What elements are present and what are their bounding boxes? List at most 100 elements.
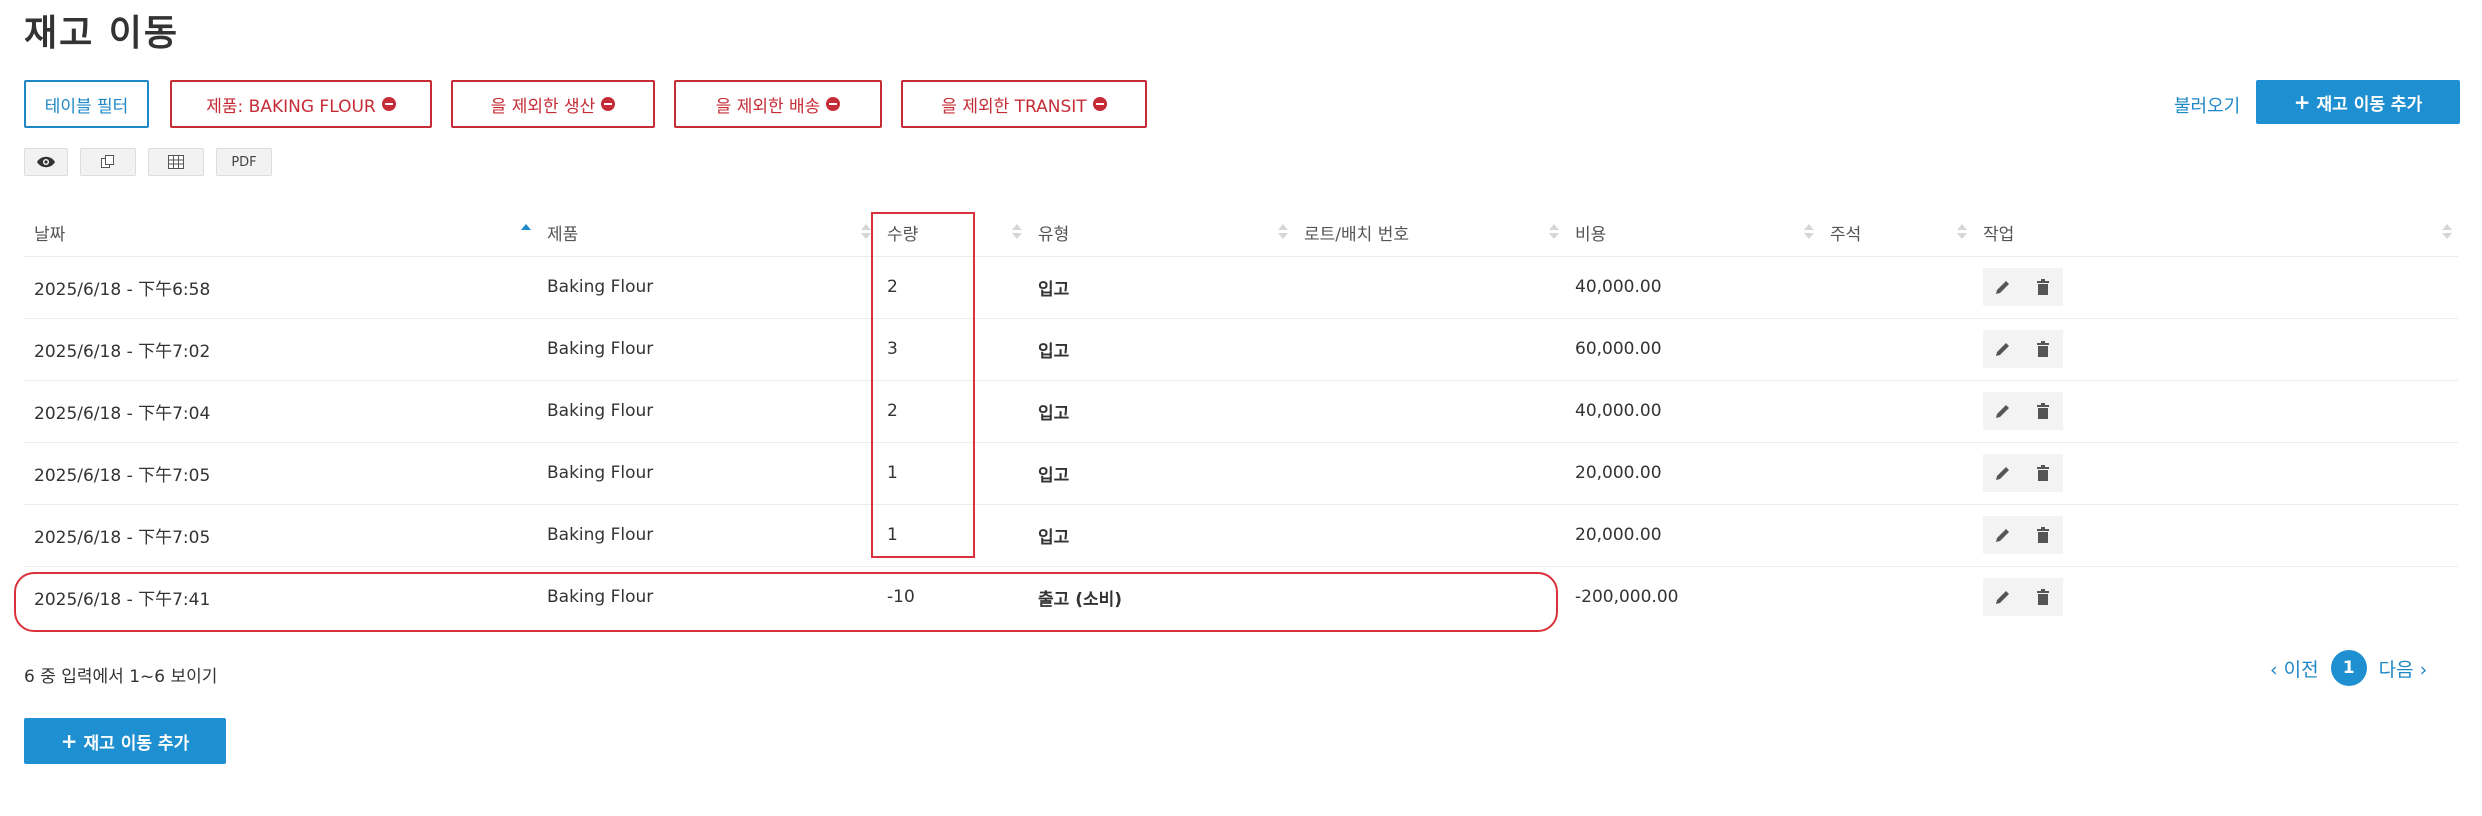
table-icon [168,155,184,169]
trash-icon[interactable] [2034,464,2052,482]
product-cell: Baking Flour [537,441,877,504]
actions-cell [1973,317,2458,380]
actions-cell [1973,379,2458,442]
next-page-link[interactable]: 다음 › [2379,655,2428,682]
page-number-current[interactable]: 1 [2330,650,2367,686]
lot-cell [1294,441,1565,504]
pencil-icon[interactable] [1994,278,2012,296]
add-stock-movement-label: 재고 이동 추가 [83,733,190,754]
actions-cell [1973,441,2458,504]
csv-button[interactable] [148,148,204,176]
note-cell [1820,565,1973,628]
sort-icon [2442,224,2452,242]
column-visibility-button[interactable] [24,148,68,176]
note-cell [1820,317,1973,380]
pencil-icon[interactable] [1994,526,2012,544]
entries-info: 6 중 입력에서 1~6 보이기 [24,667,218,687]
type-cell: 입고 [1028,317,1294,380]
minus-circle-icon[interactable] [601,97,616,111]
pdf-button[interactable]: PDF [216,148,272,176]
sort-icon [1549,224,1559,242]
cost-cell: 40,000.00 [1565,255,1820,318]
add-stock-movement-button-bottom[interactable]: + 재고 이동 추가 [24,718,226,764]
copy-icon [101,155,114,168]
note-cell [1820,379,1973,442]
filter-chip-transit[interactable]: 을 제외한 TRANSIT [901,80,1147,128]
sort-icon [861,224,871,242]
date-cell: 2025/6/18 - 下午7:05 [24,503,537,566]
sort-icon [1278,224,1288,242]
column-header-lot[interactable]: 로트/배치 번호 [1294,210,1565,256]
trash-icon[interactable] [2034,588,2052,606]
filter-chip-label: 을 제외한 배송 [715,96,821,117]
note-cell [1820,503,1973,566]
trash-icon[interactable] [2034,278,2052,296]
row-actions [1983,268,2063,306]
date-cell: 2025/6/18 - 下午7:04 [24,379,537,442]
trash-icon[interactable] [2034,402,2052,420]
column-header-cost[interactable]: 비용 [1565,210,1820,256]
eye-icon [37,156,55,168]
filter-chip-production[interactable]: 을 제외한 생산 [451,80,655,128]
cost-cell: 60,000.00 [1565,317,1820,380]
pencil-icon[interactable] [1994,340,2012,358]
table-row: 2025/6/18 - 下午6:58 Baking Flour 2 입고 40,… [24,255,2458,318]
row-actions [1983,392,2063,430]
pencil-icon[interactable] [1994,588,2012,606]
lot-cell [1294,255,1565,318]
minus-circle-icon[interactable] [381,97,396,111]
actions-cell [1973,255,2458,318]
filter-chip-label: 을 제외한 생산 [490,96,596,117]
trash-icon[interactable] [2034,526,2052,544]
prev-page-link[interactable]: ‹ 이전 [2270,655,2319,682]
column-header-date[interactable]: 날짜 [24,210,537,256]
trash-icon[interactable] [2034,340,2052,358]
minus-circle-icon[interactable] [826,97,841,111]
pencil-icon[interactable] [1994,402,2012,420]
lot-cell [1294,317,1565,380]
sort-icon [1957,224,1967,242]
cost-cell: -200,000.00 [1565,565,1820,628]
row-actions [1983,330,2063,368]
sort-icon [1804,224,1814,242]
pagination: ‹ 이전 1 다음 › [2270,650,2427,686]
pencil-icon[interactable] [1994,464,2012,482]
column-header-type[interactable]: 유형 [1028,210,1294,256]
plus-icon: + [2293,90,2311,114]
minus-circle-icon[interactable] [1092,97,1107,111]
note-cell [1820,441,1973,504]
cost-cell: 20,000.00 [1565,503,1820,566]
product-cell: Baking Flour [537,379,877,442]
table-header-row: 날짜 제품 수량 유형 로트/배치 번호 비용 주석 작업 [24,210,2458,256]
actions-cell [1973,565,2458,628]
table-filter-button[interactable]: 테이블 필터 [24,80,149,128]
add-stock-movement-button[interactable]: + 재고 이동 추가 [2256,80,2460,124]
product-cell: Baking Flour [537,255,877,318]
date-cell: 2025/6/18 - 下午7:05 [24,441,537,504]
outgoing-row-highlight [14,572,1558,632]
product-cell: Baking Flour [537,317,877,380]
sort-icon [1012,224,1022,242]
table-row: 2025/6/18 - 下午7:05 Baking Flour 1 입고 20,… [24,441,2458,504]
filter-chip-shipping[interactable]: 을 제외한 배송 [674,80,882,128]
load-link[interactable]: 불러오기 [2174,92,2240,118]
add-stock-movement-label: 재고 이동 추가 [2316,94,2423,115]
table-row: 2025/6/18 - 下午7:05 Baking Flour 1 입고 20,… [24,503,2458,566]
column-header-actions[interactable]: 작업 [1973,210,2458,256]
type-cell: 입고 [1028,379,1294,442]
sort-ascending-icon [521,224,531,242]
copy-button[interactable] [80,148,136,176]
row-actions [1983,578,2063,617]
date-cell: 2025/6/18 - 下午7:02 [24,317,537,380]
note-cell [1820,255,1973,318]
column-header-note[interactable]: 주석 [1820,210,1973,256]
type-cell: 입고 [1028,255,1294,318]
filter-chip-product[interactable]: 제품: BAKING FLOUR [170,80,432,128]
page-title: 재고 이동 [24,13,180,54]
cost-cell: 40,000.00 [1565,379,1820,442]
plus-icon: + [60,729,78,753]
table-row: 2025/6/18 - 下午7:02 Baking Flour 3 입고 60,… [24,317,2458,380]
column-header-product[interactable]: 제품 [537,210,877,256]
cost-cell: 20,000.00 [1565,441,1820,504]
stock-movement-table: 날짜 제품 수량 유형 로트/배치 번호 비용 주석 작업 2025/6/18 … [24,210,2458,628]
